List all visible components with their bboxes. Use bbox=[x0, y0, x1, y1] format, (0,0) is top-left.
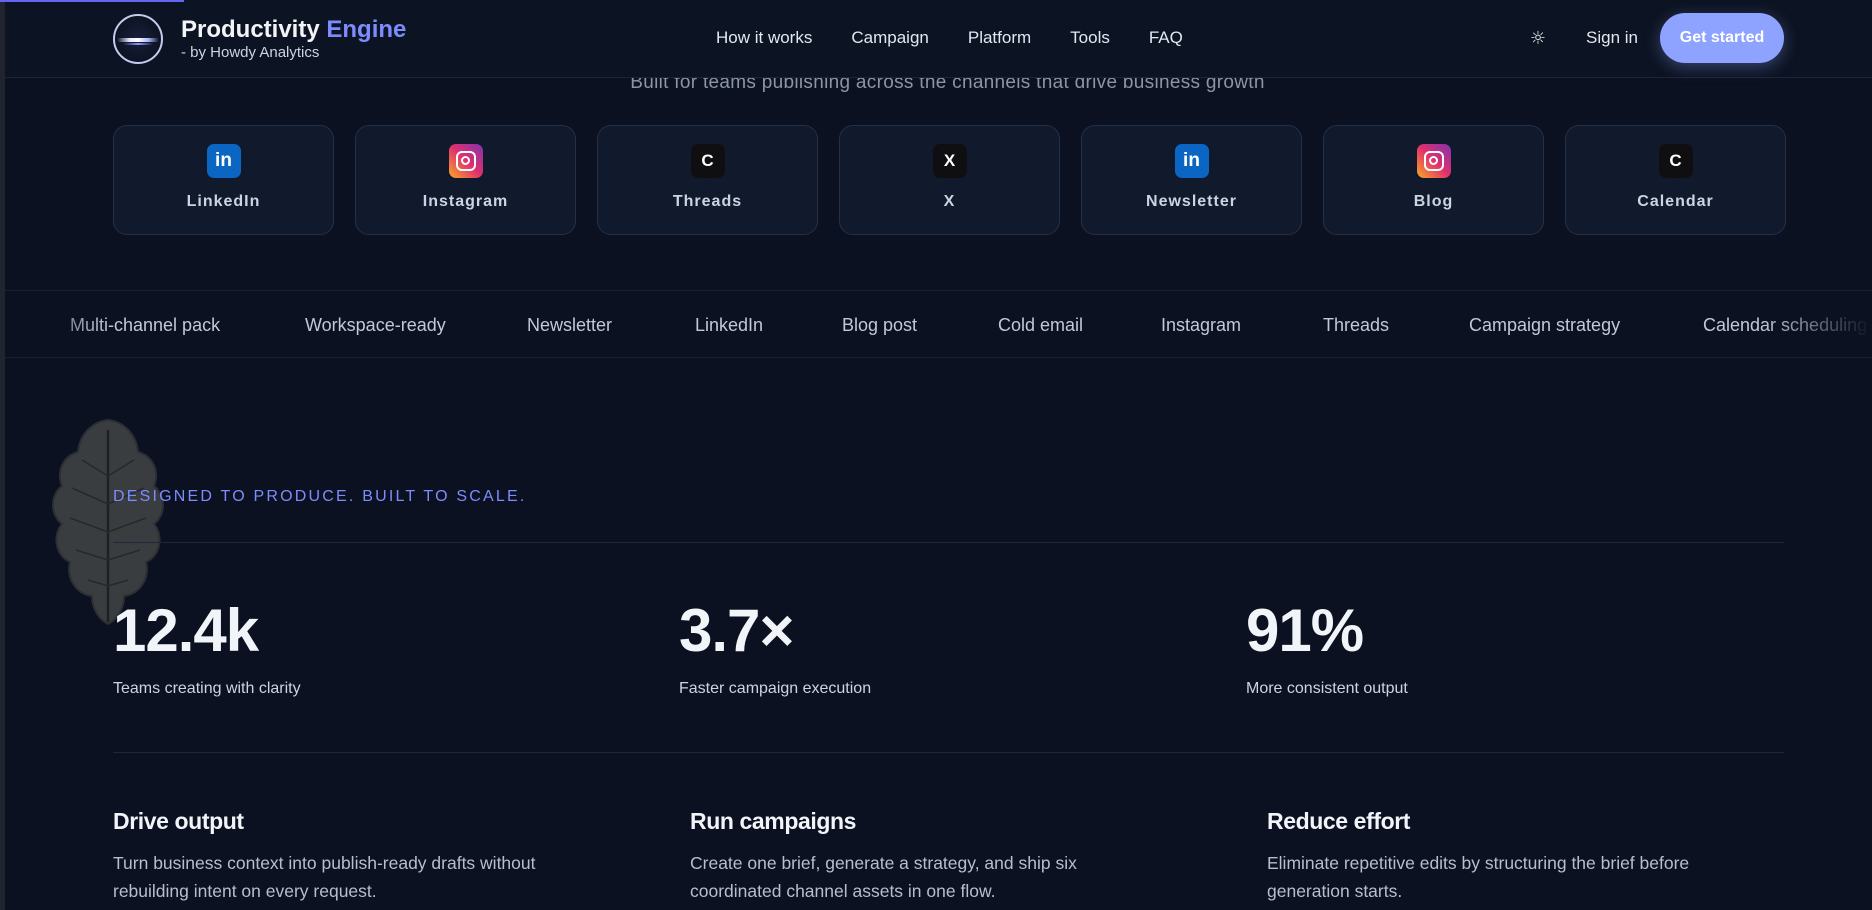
channel-card-linkedin[interactable]: in LinkedIn bbox=[113, 125, 334, 235]
brand-title-main: Productivity bbox=[181, 16, 320, 43]
nav-faq[interactable]: FAQ bbox=[1149, 28, 1183, 48]
divider bbox=[113, 752, 1784, 753]
feature-run-campaigns: Run campaigns Create one brief, generate… bbox=[690, 808, 1170, 905]
nav-tools[interactable]: Tools bbox=[1070, 28, 1110, 48]
stat-label: Faster campaign execution bbox=[679, 680, 872, 697]
channel-card-threads[interactable]: C Threads bbox=[597, 125, 818, 235]
feature-reduce-effort: Reduce effort Eliminate repetitive edits… bbox=[1267, 808, 1747, 905]
marquee-item: LinkedIn bbox=[695, 315, 764, 335]
marquee-item: Blog post bbox=[842, 315, 918, 335]
marquee-item: Cold email bbox=[998, 315, 1084, 335]
stat-label: More consistent output bbox=[1246, 680, 1408, 697]
instagram-icon bbox=[448, 144, 483, 178]
nav-platform[interactable]: Platform bbox=[968, 28, 1031, 48]
brand[interactable]: Productivity Engine - by Howdy Analytics bbox=[113, 14, 406, 64]
marquee-item: Workspace-ready bbox=[305, 315, 446, 335]
channel-card-newsletter[interactable]: in Newsletter bbox=[1081, 125, 1302, 235]
stat-speed: 3.7× Faster campaign execution bbox=[679, 596, 871, 698]
feature-title: Run campaigns bbox=[690, 808, 857, 834]
stat-label: Teams creating with clarity bbox=[113, 680, 301, 697]
stat-consistency: 91% More consistent output bbox=[1246, 596, 1408, 698]
channel-label: Newsletter bbox=[1146, 193, 1237, 210]
channel-cards: in LinkedIn Instagram C Threads X X in N… bbox=[113, 125, 1786, 235]
capabilities-marquee: Multi-channel pack Workspace-ready Newsl… bbox=[0, 290, 1872, 358]
site-header: Productivity Engine - by Howdy Analytics… bbox=[0, 0, 1872, 78]
linkedin-icon: in bbox=[206, 144, 241, 178]
stat-value: 12.4k bbox=[113, 597, 259, 664]
channel-card-x[interactable]: X X bbox=[839, 125, 1060, 235]
nav-campaign[interactable]: Campaign bbox=[851, 28, 929, 48]
feature-desc: Create one brief, generate a strategy, a… bbox=[690, 853, 1077, 901]
feature-desc: Turn business context into publish-ready… bbox=[113, 853, 536, 901]
stat-value: 3.7× bbox=[679, 597, 794, 664]
channel-label: Blog bbox=[1413, 193, 1454, 210]
brand-title-accent: Engine bbox=[326, 16, 407, 43]
brand-subtitle: - by Howdy Analytics bbox=[181, 44, 320, 61]
brand-title: Productivity Engine bbox=[181, 16, 406, 44]
nav-how-it-works[interactable]: How it works bbox=[716, 28, 812, 48]
stat-value: 91% bbox=[1246, 597, 1364, 664]
divider bbox=[113, 542, 1784, 543]
channel-label: X bbox=[943, 193, 956, 210]
marquee-item: Campaign strategy bbox=[1469, 315, 1621, 335]
stat-teams: 12.4k Teams creating with clarity bbox=[113, 596, 301, 698]
x-icon: X bbox=[932, 144, 967, 178]
feature-desc: Eliminate repetitive edits by structurin… bbox=[1267, 853, 1690, 901]
linkedin-icon: in bbox=[1174, 144, 1209, 178]
get-started-button[interactable]: Get started bbox=[1660, 13, 1784, 63]
channel-label: LinkedIn bbox=[186, 193, 261, 210]
section-eyebrow: DESIGNED TO PRODUCE. BUILT TO SCALE. bbox=[113, 488, 527, 505]
page-progress-bar bbox=[0, 0, 184, 2]
brand-logo-icon bbox=[113, 14, 163, 64]
theme-toggle-button[interactable]: ☼ bbox=[1528, 27, 1548, 49]
main-nav: How it works Campaign Platform Tools FAQ bbox=[716, 28, 1222, 48]
channel-card-blog[interactable]: Blog bbox=[1323, 125, 1544, 235]
instagram-icon bbox=[1416, 144, 1451, 178]
channel-card-instagram[interactable]: Instagram bbox=[355, 125, 576, 235]
window-edge bbox=[0, 0, 5, 910]
threads-icon: C bbox=[690, 144, 725, 178]
channel-card-calendar[interactable]: C Calendar bbox=[1565, 125, 1786, 235]
channel-label: Threads bbox=[672, 193, 743, 210]
feature-title: Drive output bbox=[113, 808, 244, 834]
feature-title: Reduce effort bbox=[1267, 808, 1411, 834]
channel-label: Instagram bbox=[422, 193, 509, 210]
sign-in-link[interactable]: Sign in bbox=[1586, 28, 1638, 48]
feature-drive-output: Drive output Turn business context into … bbox=[113, 808, 593, 905]
marquee-item: Threads bbox=[1323, 315, 1390, 335]
marquee-item: Instagram bbox=[1161, 315, 1242, 335]
threads-icon: C bbox=[1658, 144, 1693, 178]
channel-label: Calendar bbox=[1637, 193, 1714, 210]
marquee-item: Newsletter bbox=[527, 315, 613, 335]
sun-icon: ☼ bbox=[1529, 27, 1547, 49]
